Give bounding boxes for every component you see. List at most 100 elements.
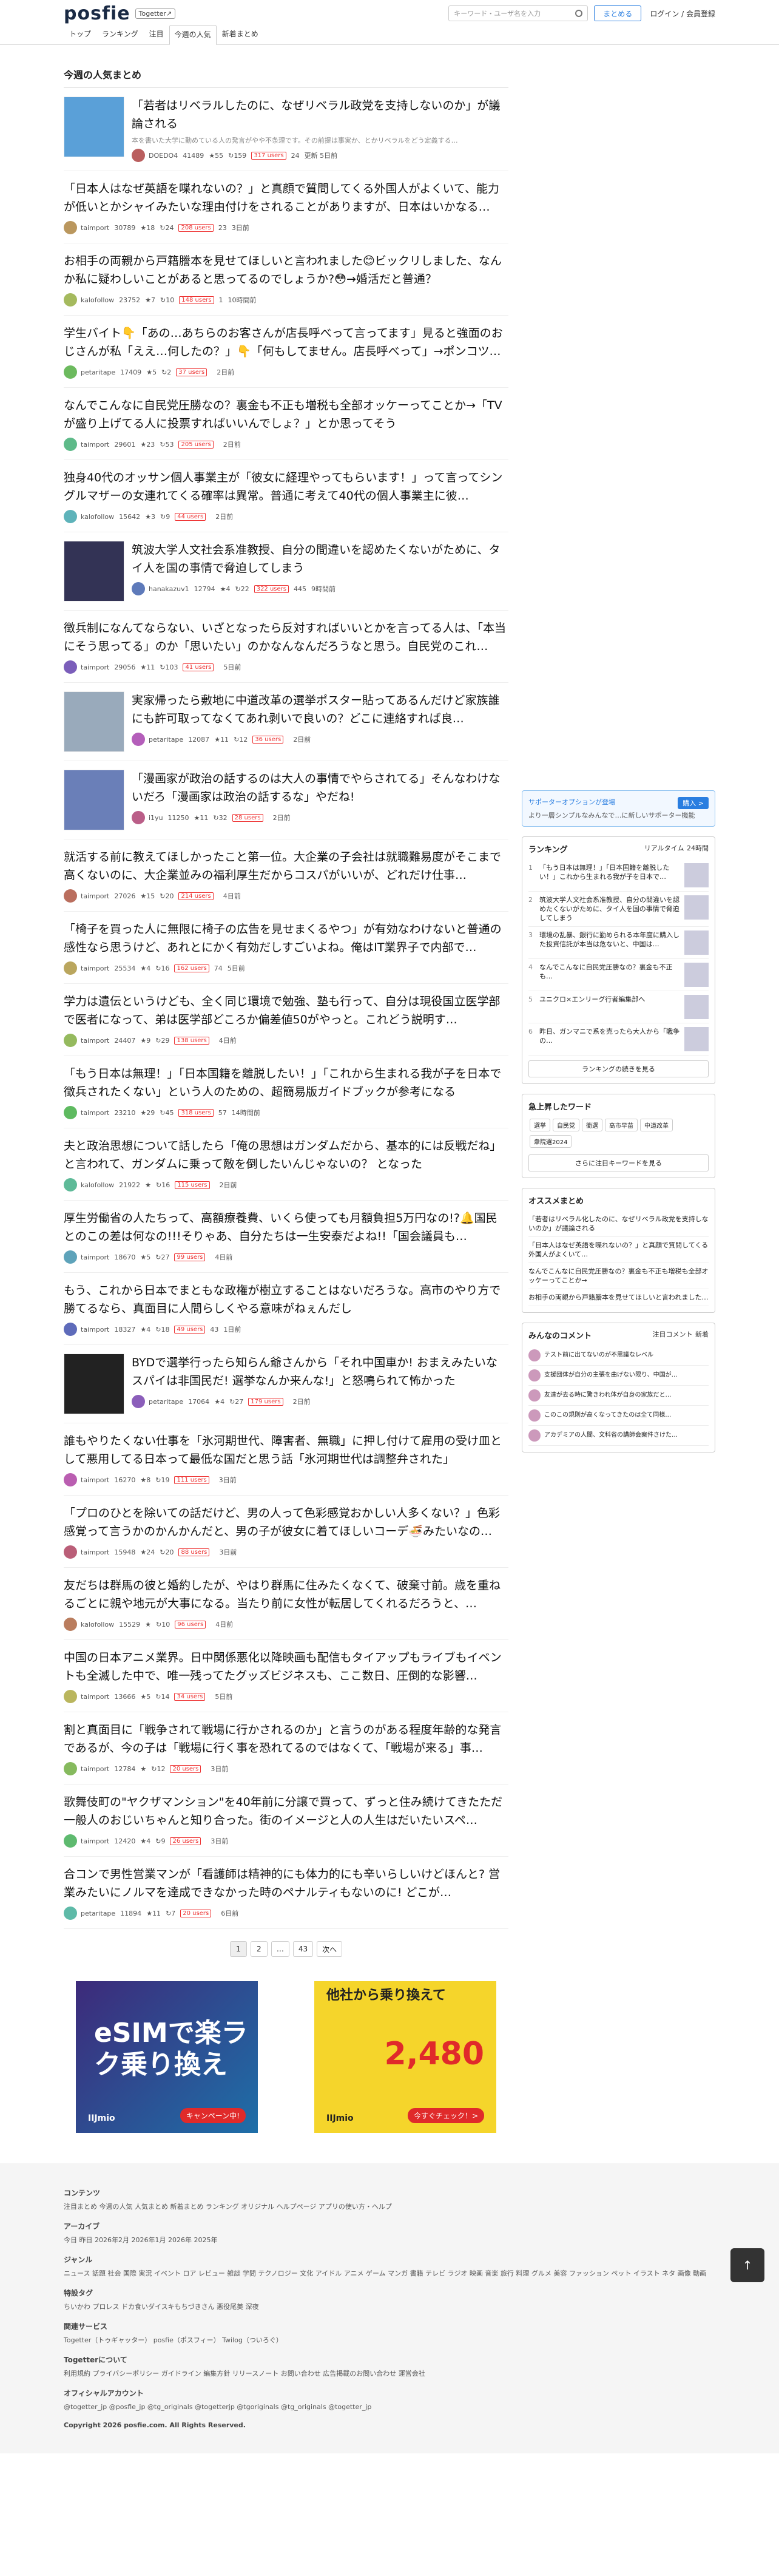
recommend-item[interactable]: 「若者はリベラル化したのに、なぜリベラル政党を支持しないのか」が議論される [528,1211,709,1237]
article-title[interactable]: 中国の日本アニメ業界。日中関係悪化以降映画も配信もタイアップもライブもイベントも… [64,1649,508,1685]
article-title[interactable]: 「日本人はなぜ英語を喋れないの？」と真顔で質問してくる外国人がよくいて、能力が低… [64,180,508,216]
article-item[interactable]: 学生バイト👇「あの…あちらのお客さんが店長呼べって言ってます」見ると強面のおじさ… [64,316,509,388]
footer-about-links[interactable]: 利用規約 プライバシーポリシー ガイドライン 編集方針 リリースノート お問い合… [64,2368,715,2379]
footer-special-links[interactable]: ちいかわ プロレス ドカ食いダイスキもちづきさん 悪役尾美 深夜 [64,2302,715,2313]
article-item[interactable]: 歌舞伎町の"ヤクザマンション"を40年前に分譲で買って、ずっと住み続けてきたただ… [64,1785,509,1857]
rank-title[interactable]: 「もう日本は無理！」「日本国籍を離脱したい！」これから生まれる我が子を日本で… [539,863,681,887]
footer-official-links[interactable]: @togetter_jp @posfie_jp @tg_originals @t… [64,2402,715,2413]
comment-text[interactable]: アカデミアの人間、文科省の講師会案件さけた… [544,1429,678,1442]
article-item[interactable]: 夫と政治思想について話したら「俺の思想はガンダムだから、基本的には反戦だね」と言… [64,1128,509,1201]
ranking-item[interactable]: 5 ユニクロ×エンリーグ行者編集部へ [528,991,709,1023]
author-name[interactable]: kalofollow [81,296,114,304]
article-thumbnail[interactable] [64,97,124,157]
article-item[interactable]: 独身40代のオッサン個人事業主が「彼女に経理やってもらいます！」って言ってシング… [64,460,509,532]
article-title[interactable]: お相手の両親から戸籍謄本を見せてほしいと言われました😊ビックリしました、なんか私… [64,252,508,288]
rank-thumbnail[interactable] [684,1027,709,1051]
rank-thumbnail[interactable] [684,963,709,987]
footer-archive-links[interactable]: 今日 昨日 2026年2月 2026年1月 2026年 2025年 [64,2235,715,2246]
avatar[interactable] [64,889,77,903]
article-item[interactable]: 「若者はリベラルしたのに、なぜリベラル政党を支持しないのか」が議論される 本を書い… [64,88,509,171]
article-item[interactable]: 「もう日本は無理！」「日本国籍を離脱したい！」「これから生まれる我が子を日本で徴… [64,1056,509,1128]
author-name[interactable]: taimport [81,964,109,972]
rank-title[interactable]: 昨日、ガンマニで系を売ったら大人から「戦争の… [539,1027,681,1051]
footer-related-links[interactable]: Togetter（トゥギャッター） posfie（ポスフィー） Twilog（つ… [64,2335,715,2346]
avatar[interactable] [64,1618,77,1631]
ranking-tab-realtime[interactable]: リアルタイム [644,844,684,852]
article-title[interactable]: 筑波大学人文社会系准教授、自分の間違いを認めたくないがために、タイ人を国の事情で… [132,541,508,577]
rank-thumbnail[interactable] [684,895,709,920]
author-name[interactable]: DOEDO4 [149,152,178,160]
author-name[interactable]: taimport [81,1476,109,1484]
article-thumbnail[interactable] [64,541,124,602]
recommend-title-text[interactable]: 「若者はリベラル化したのに、なぜリベラル政党を支持しないのか」が議論される [528,1215,709,1233]
article-item[interactable]: 「椅子を買った人に無限に椅子の広告を見せまくるやつ」が有効なわけないと普通の感性… [64,912,509,984]
article-title[interactable]: 合コンで男性営業マンが「看護師は精神的にも体力的にも辛いらしいけどほんと? 営業… [64,1865,508,1902]
avatar[interactable] [132,733,145,746]
article-title[interactable]: 学力は遺伝というけども、全く同じ環境で勉強、塾も行って、自分は現役国立医学部で医… [64,992,508,1029]
author-name[interactable]: kalofollow [81,1621,114,1629]
keyword-tag[interactable]: 選挙 [530,1119,551,1131]
author-name[interactable]: kalofollow [81,1181,114,1189]
footer-genre-links[interactable]: ニュース 話題 社会 国際 実況 イベント ロア レビュー 雑談 学問 テクノロ… [64,2268,715,2279]
next-page[interactable]: 次へ [317,1941,343,1957]
article-title[interactable]: 歌舞伎町の"ヤクザマンション"を40年前に分譲で買って、ずっと住み続けてきたただ… [64,1793,508,1829]
avatar[interactable] [132,149,145,162]
article-item[interactable]: 就活する前に教えてほしかったこと第一位。大企業の子会社は就職難易度がそこまで高く… [64,839,509,912]
comment-text[interactable]: テスト前に出てないのが不思議なレベル [544,1349,653,1361]
ranking-item[interactable]: 6 昨日、ガンマニで系を売ったら大人から「戦争の… [528,1023,709,1056]
author-name[interactable]: taimport [81,663,109,671]
avatar[interactable] [64,1762,77,1775]
support-buy-button[interactable]: 購入 > [678,797,709,809]
avatar[interactable] [64,221,77,234]
author-name[interactable]: taimport [81,892,109,900]
comment-item[interactable]: 友達が去る時に驚きわれ体が自身の家族だと… [528,1386,709,1406]
avatar[interactable] [64,1834,77,1848]
matome-button[interactable]: まとめる [594,5,642,21]
author-name[interactable]: taimport [81,1037,109,1045]
ranking-more-button[interactable]: ランキングの続きを見る [528,1060,709,1077]
comment-item[interactable]: アカデミアの人間、文科省の講師会案件さけた… [528,1426,709,1446]
article-title[interactable]: 「プロのひとを除いての話だけど、男の人って色彩感覚おかしい人多くない？」色彩感覚… [64,1504,508,1541]
rank-title[interactable]: なんでこんなに自民党圧勝なの？裏金も不正も… [539,963,681,987]
author-name[interactable]: i1yu [149,814,163,822]
page-1[interactable]: 1 [229,1941,247,1957]
article-title[interactable]: 友だちは群馬の彼と婚約したが、やはり群馬に住みたくなくて、破棄寸前。歳を重ねるご… [64,1576,508,1613]
avatar[interactable] [64,660,77,674]
keywords-more-button[interactable]: さらに注目キーワードを見る [528,1154,709,1171]
article-thumbnail[interactable] [64,770,124,830]
avatar[interactable] [64,1250,77,1264]
article-item[interactable]: 筑波大学人文社会系准教授、自分の間違いを認めたくないがために、タイ人を国の事情で… [64,532,509,611]
recommend-title-text[interactable]: 「日本人はなぜ英語を喋れないの？」と真顔で質問してくる外国人がよくいて… [528,1241,709,1259]
avatar[interactable] [132,582,145,595]
ranking-item[interactable]: 2 筑波大学人文社会系准教授、自分の間違いを認めたくないがために、タイ人を国の事… [528,892,709,927]
article-item[interactable]: 「日本人はなぜ英語を喋れないの？」と真顔で質問してくる外国人がよくいて、能力が低… [64,171,509,243]
tab-ranking[interactable]: ランキング [96,28,144,44]
ranking-item[interactable]: 1 「もう日本は無理！」「日本国籍を離脱したい！」これから生まれる我が子を日本で… [528,859,709,892]
comments-tab-new[interactable]: 新着 [695,1330,709,1338]
article-item[interactable]: BYDで選挙行ったら知らん爺さんから「それ中国車か! おまえみたいなスパイは非国… [64,1345,509,1423]
keyword-tag[interactable]: 衆院選2024 [530,1135,572,1148]
author-name[interactable]: hanakazuv1 [149,585,189,593]
search-input[interactable]: キーワード・ユーザ名を入力 [448,5,588,21]
keyword-tag[interactable]: 中道改革 [640,1119,673,1131]
article-item[interactable]: 実家帰ったら敷地に中道改革の選挙ポスター貼ってあるんだけど家族誰にも許可取ってな… [64,683,509,761]
article-item[interactable]: 割と真面目に「戦争されて戦場に行かされるのか」と言うのがある程度年齢的な発言であ… [64,1712,509,1785]
keyword-tag[interactable]: 高市早苗 [605,1119,638,1131]
avatar[interactable] [64,1178,77,1191]
avatar[interactable] [64,1690,77,1703]
comment-item[interactable]: テスト前に出てないのが不思議なレベル [528,1346,709,1366]
page-2[interactable]: 2 [250,1941,268,1957]
avatar[interactable] [64,1106,77,1119]
ad-price[interactable]: 他社から乗り換えて 2,480 IIJmio 今すぐチェック！> [314,1981,497,2133]
article-item[interactable]: 合コンで男性営業マンが「看護師は精神的にも体力的にも辛いらしいけどほんと? 営業… [64,1857,509,1929]
avatar[interactable] [64,961,77,975]
page-43[interactable]: 43 [292,1941,314,1957]
author-name[interactable]: taimport [81,1693,109,1701]
author-name[interactable]: kalofollow [81,513,114,521]
comment-text[interactable]: このこの規則が高くなってきたのは全て同様… [544,1409,671,1422]
article-title[interactable]: 就活する前に教えてほしかったこと第一位。大企業の子会社は就職難易度がそこまで高く… [64,848,508,884]
article-title[interactable]: 厚生労働省の人たちって、高額療養費、いくら使っても月額負担5万円なの!?🔔国民と… [64,1209,508,1246]
author-name[interactable]: taimport [81,224,109,232]
tab-top[interactable]: トップ [64,28,96,44]
ad-esim[interactable]: eSIMで楽ラク乗り換え IIJmio キャンペーン中! [76,1981,258,2133]
